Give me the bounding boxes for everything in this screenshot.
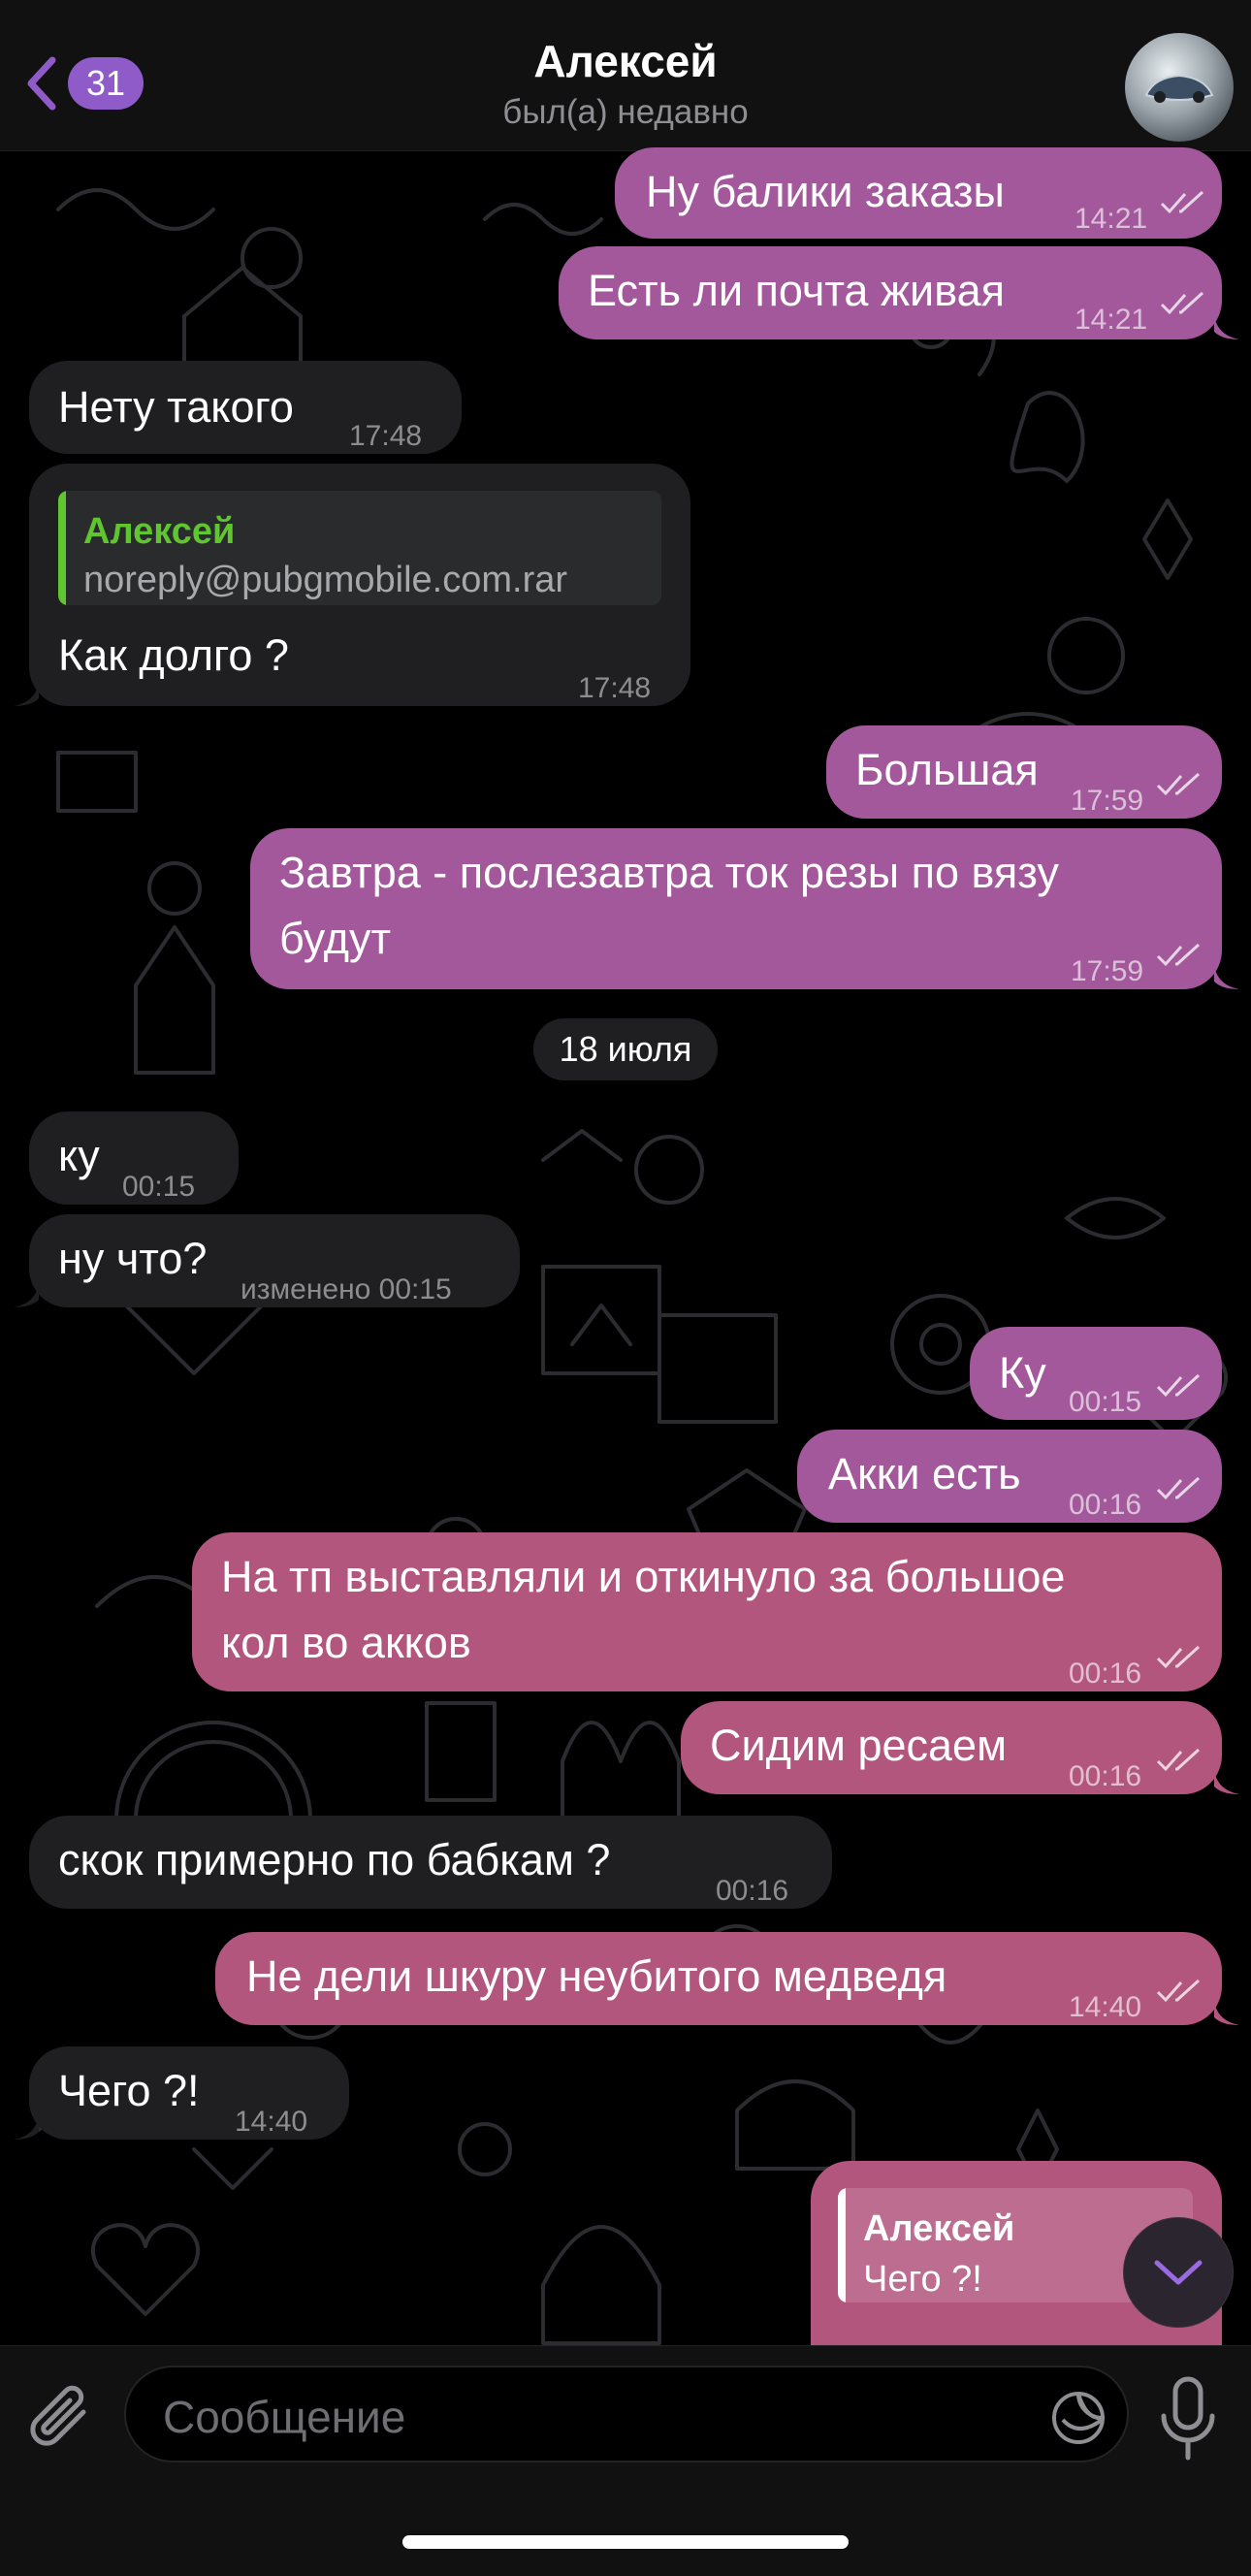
message-text: Акки есть [828,1449,1021,1498]
incoming-message[interactable]: ну что? изменено 00:15 [29,1214,520,1307]
incoming-message[interactable]: Алексей noreply@pubgmobile.com.rar Как д… [29,464,690,706]
outgoing-message[interactable]: Акки есть 00:16 [797,1430,1222,1523]
message-text: ку [58,1131,100,1180]
outgoing-message[interactable]: Ку 00:15 [970,1327,1222,1420]
message-text: Чего ?! [58,2066,200,2115]
date-separator: 18 июля [533,1018,718,1080]
outgoing-message[interactable]: Не дели шкуру неубитого медведя 14:40 [215,1932,1222,2025]
reply-text: Чего ?! [863,2259,982,2300]
message-time: 17:48 [578,672,652,704]
message-text: Как долго ? [58,630,289,680]
double-check-icon [1160,291,1204,315]
chat-title[interactable]: Алексей [0,35,1251,87]
double-check-icon [1160,190,1204,214]
message-time: 00:16 [1069,1489,1142,1521]
reply-bar [838,2188,846,2302]
home-indicator[interactable] [402,2535,849,2549]
incoming-message[interactable]: Нету такого 17:48 [29,361,462,454]
message-text: ну что? [58,1234,208,1283]
double-check-icon [1156,1373,1201,1398]
incoming-message[interactable]: скок примерно по бабкам ? 00:16 [29,1816,832,1909]
message-text: Ну балики заказы [646,167,1005,216]
message-time: 14:21 [1075,203,1148,235]
sticker-icon[interactable] [1049,2389,1107,2447]
message-text-line-1: Завтра - послезавтра ток резы по вязу [279,848,1059,897]
scroll-down-button[interactable] [1123,2217,1234,2328]
message-time: 17:48 [349,420,423,452]
double-check-icon [1156,1476,1201,1500]
reply-bar [58,491,66,605]
chevron-down-icon [1154,2260,1203,2285]
message-text: Нету такого [58,382,294,432]
outgoing-message[interactable]: Завтра - послезавтра ток резы по вязу бу… [250,828,1222,989]
outgoing-message[interactable]: На тп выставляли и откинуло за большое к… [192,1532,1222,1691]
message-text-line-2: кол во акков [221,1618,471,1667]
bubble-tail [14,2116,39,2140]
message-text: Большая [855,745,1039,794]
message-text: Сидим ресаем [710,1721,1008,1770]
message-text-line-2: будут [279,914,392,963]
avatar[interactable] [1125,33,1234,142]
double-check-icon [1156,772,1201,796]
message-text: Есть ли почта живая [588,266,1005,315]
bubble-tail [14,1284,39,1307]
bubble-tail [1214,1771,1239,1794]
message-time-edited: изменено 00:15 [241,1273,452,1305]
message-time: 00:15 [122,1171,196,1203]
message-text: скок примерно по бабкам ? [58,1835,611,1884]
outgoing-message[interactable]: Большая 17:59 [826,725,1222,819]
incoming-message[interactable]: ку 00:15 [29,1111,239,1205]
car-avatar-image [1144,74,1214,103]
message-input[interactable]: Сообщение [124,2366,1129,2463]
message-time: 00:15 [1069,1386,1142,1418]
incoming-message[interactable]: Чего ?! 14:40 [29,2046,349,2140]
message-time: 00:16 [716,1875,789,1907]
outgoing-message[interactable]: Есть ли почта живая 14:21 [559,246,1222,339]
double-check-icon [1156,1645,1201,1669]
reply-quote[interactable]: Алексей noreply@pubgmobile.com.rar [58,491,661,605]
message-time: 14:40 [235,2106,308,2138]
double-check-icon [1156,1979,1201,2003]
message-placeholder: Сообщение [163,2392,406,2442]
message-time: 14:40 [1069,1991,1142,2023]
bubble-tail [1214,316,1239,339]
message-time: 00:16 [1069,1760,1142,1792]
chat-header: 31 Алексей был(а) недавно [0,0,1251,151]
message-time: 00:16 [1069,1658,1142,1690]
paperclip-icon[interactable] [27,2383,97,2461]
message-time: 14:21 [1075,304,1148,336]
double-check-icon [1156,943,1201,967]
bubble-tail [14,683,39,706]
message-time: 17:59 [1071,785,1144,817]
message-text: Не дели шкуру неубитого медведя [246,1951,947,2001]
microphone-icon[interactable] [1154,2375,1222,2463]
message-text: Ку [999,1348,1046,1398]
double-check-icon [1156,1748,1201,1772]
outgoing-message[interactable]: Сидим ресаем 00:16 [681,1701,1222,1794]
bubble-tail [1214,2002,1239,2025]
outgoing-message[interactable]: Ну балики заказы 14:21 [615,147,1222,239]
bubble-tail [1214,966,1239,989]
reply-text: noreply@pubgmobile.com.rar [83,560,568,600]
message-text-line-1: На тп выставляли и откинуло за большое [221,1552,1066,1601]
last-seen-status: был(а) недавно [502,93,749,131]
message-time: 17:59 [1071,955,1144,987]
